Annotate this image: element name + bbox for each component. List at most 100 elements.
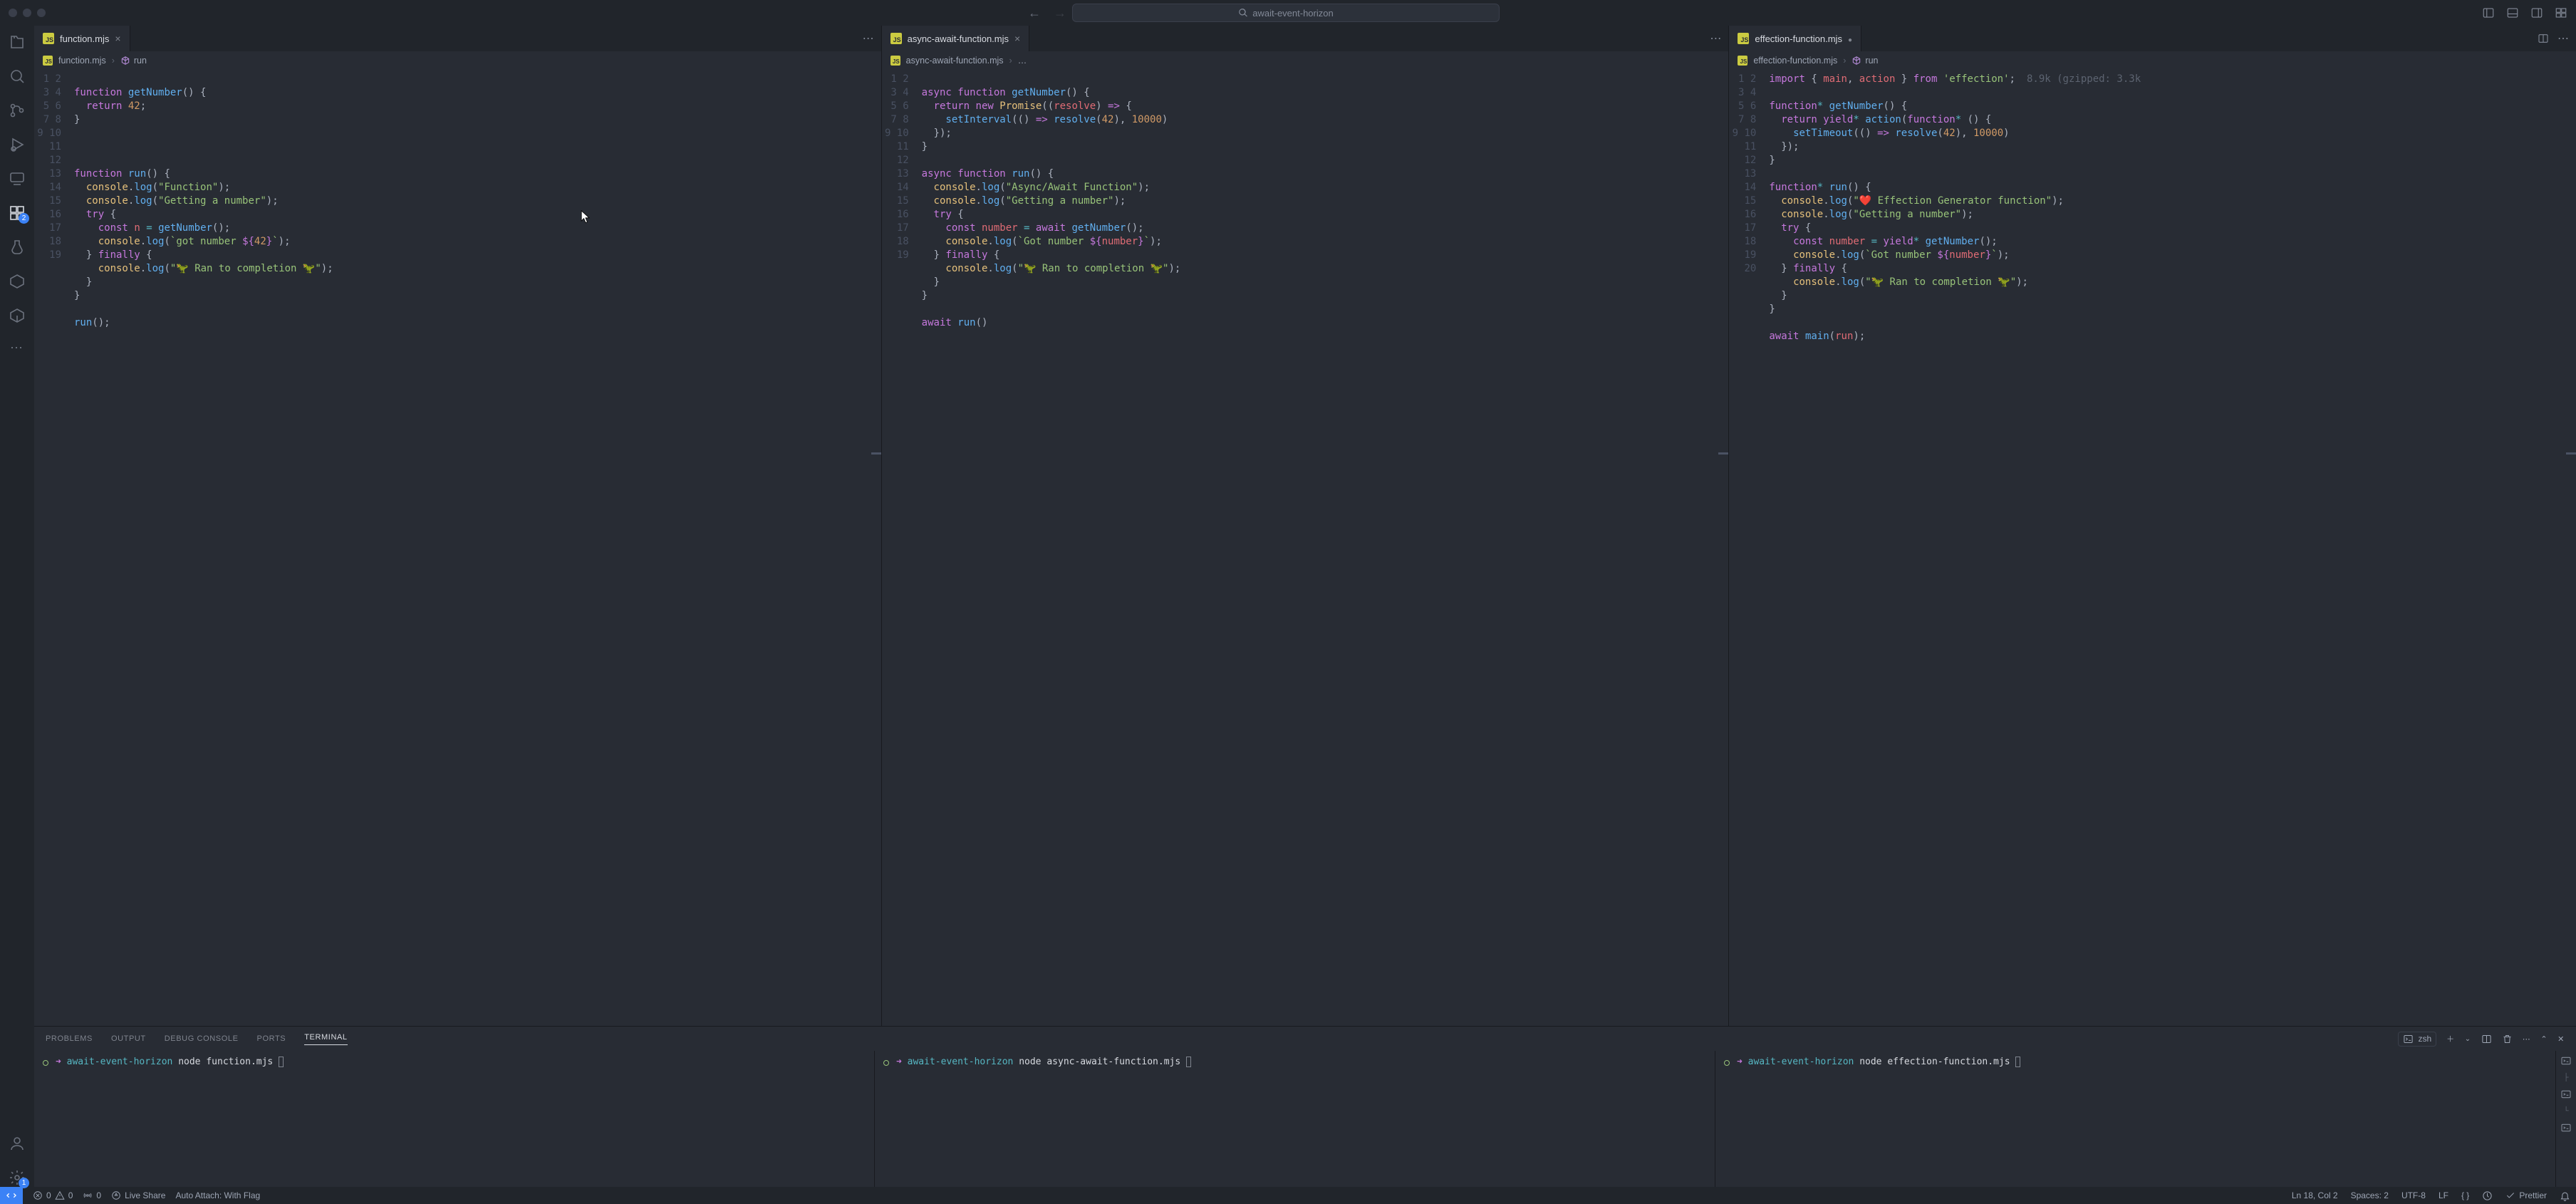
custom2-icon[interactable] [8, 306, 26, 325]
terminal-cursor [279, 1057, 284, 1067]
check-icon [2505, 1190, 2515, 1200]
custom1-icon[interactable] [8, 272, 26, 291]
function-symbol-icon [120, 56, 130, 66]
status-indent[interactable]: Spaces: 2 [2351, 1190, 2389, 1200]
tab-filename: function.mjs [60, 33, 109, 44]
panel-maximize-icon[interactable]: ⌃ [2540, 1034, 2548, 1044]
prompt-status-icon [43, 1060, 48, 1066]
panel: PROBLEMS OUTPUT DEBUG CONSOLE PORTS TERMINAL… [34, 1026, 2576, 1187]
terminal-group-list: ├ └ [2556, 1051, 2576, 1187]
close-tab-icon[interactable]: × [1014, 33, 1020, 44]
tab-overflow-icon[interactable]: ⋯ [863, 31, 874, 46]
terminal-icon [2403, 1034, 2414, 1044]
extensions-icon[interactable]: 2 [8, 204, 26, 222]
editor-column: JS effection-function.mjs ⋯ JS effection… [1729, 26, 2576, 1026]
js-file-icon: JS [890, 33, 902, 44]
accounts-icon[interactable] [8, 1134, 26, 1153]
terminal-entry-icon[interactable] [2560, 1122, 2572, 1133]
tab-filename: effection-function.mjs [1755, 33, 1842, 44]
terminal-entry-icon[interactable] [2560, 1089, 2572, 1100]
remote-explorer-icon[interactable] [8, 170, 26, 188]
editor-column: JS async-await-function.mjs × ⋯ JS async… [882, 26, 1730, 1026]
testing-icon[interactable] [8, 238, 26, 256]
breadcrumb-symbol[interactable]: run [120, 56, 147, 66]
js-file-icon: JS [890, 56, 900, 66]
breadcrumb-symbol[interactable]: run [1852, 56, 1878, 66]
breadcrumb-file: effection-function.mjs [1753, 56, 1837, 66]
minimap-marker [1718, 452, 1728, 455]
status-eol[interactable]: LF [2439, 1190, 2448, 1200]
function-symbol-icon [1852, 56, 1861, 66]
split-editor-icon[interactable] [2538, 33, 2549, 44]
terminal-shell-name: zsh [2418, 1034, 2431, 1044]
nav-back-icon[interactable]: ← [1028, 6, 1041, 21]
terminal-pane[interactable]: ➜ await-event-horizon node effection-fun… [1715, 1051, 2556, 1187]
panel-tab-terminal[interactable]: TERMINAL [304, 1033, 347, 1045]
explorer-icon[interactable] [8, 33, 26, 51]
command-center-search[interactable]: await-event-horizon [1072, 4, 1500, 22]
editor-tab[interactable]: JS async-await-function.mjs × [882, 26, 1030, 51]
code-editor[interactable]: 1 2 3 4 5 6 7 8 9 10 11 12 13 14 15 16 1… [882, 70, 1729, 1026]
close-tab-icon[interactable] [1848, 33, 1852, 44]
breadcrumb[interactable]: JS function.mjs › run [34, 51, 881, 70]
editor-column: JS function.mjs × ⋯ JS function.mjs › ru… [34, 26, 882, 1026]
settings-gear-icon[interactable]: 1 [8, 1168, 26, 1187]
panel-tab-ports[interactable]: PORTS [257, 1034, 286, 1043]
terminal-cursor [1186, 1057, 1191, 1067]
run-debug-icon[interactable] [8, 135, 26, 154]
activity-overflow-icon[interactable]: ⋯ [10, 341, 24, 356]
toggle-sidebar-right-icon[interactable] [2530, 6, 2543, 19]
customize-layout-icon[interactable] [2555, 6, 2567, 19]
status-lang[interactable]: { } [2461, 1190, 2469, 1200]
js-file-icon: JS [1738, 33, 1749, 44]
panel-tab-debug-console[interactable]: DEBUG CONSOLE [165, 1034, 239, 1043]
status-errors[interactable]: 0 0 [33, 1190, 73, 1200]
tab-overflow-icon[interactable]: ⋯ [2557, 31, 2569, 46]
status-feedback-icon[interactable] [2482, 1190, 2493, 1201]
panel-tab-output[interactable]: OUTPUT [111, 1034, 146, 1043]
minimap-marker [2566, 452, 2576, 455]
split-terminal-icon[interactable] [2481, 1034, 2492, 1044]
terminal-entry-icon[interactable] [2560, 1055, 2572, 1067]
status-cursor-pos[interactable]: Ln 18, Col 2 [2292, 1190, 2338, 1200]
js-file-icon: JS [1738, 56, 1747, 66]
mac-traffic-lights[interactable] [9, 9, 46, 17]
remote-indicator[interactable] [0, 1187, 23, 1204]
terminal-split-dropdown-icon[interactable]: ⌄ [2465, 1035, 2471, 1043]
source-control-icon[interactable] [8, 101, 26, 120]
breadcrumb[interactable]: JS async-await-function.mjs ›… [882, 51, 1729, 70]
close-tab-icon[interactable]: × [115, 33, 120, 44]
kill-terminal-icon[interactable] [2502, 1034, 2513, 1044]
terminal-pane[interactable]: ➜ await-event-horizon node function.mjs [34, 1051, 875, 1187]
status-ports[interactable]: 0 [83, 1190, 101, 1200]
status-liveshare[interactable]: Live Share [111, 1190, 165, 1200]
minimap-marker [871, 452, 881, 455]
prompt-status-icon [883, 1060, 889, 1066]
panel-close-icon[interactable]: ✕ [2557, 1034, 2565, 1044]
panel-overflow-icon[interactable]: ⋯ [2523, 1034, 2531, 1044]
status-bar: 0 0 0 Live Share Auto Attach: With Flag … [0, 1187, 2576, 1204]
editor-tab[interactable]: JS function.mjs × [34, 26, 130, 51]
code-editor[interactable]: 1 2 3 4 5 6 7 8 9 10 11 12 13 14 15 16 1… [34, 70, 881, 1026]
toggle-panel-icon[interactable] [2506, 6, 2519, 19]
code-editor[interactable]: 1 2 3 4 5 6 7 8 9 10 11 12 13 14 15 16 1… [1729, 70, 2576, 1026]
status-prettier[interactable]: Prettier [2505, 1190, 2547, 1200]
antenna-icon [83, 1190, 93, 1200]
terminal-shell-select[interactable]: zsh [2398, 1032, 2436, 1047]
status-autoattach[interactable]: Auto Attach: With Flag [175, 1190, 260, 1200]
prompt-status-icon [1724, 1060, 1730, 1066]
breadcrumb[interactable]: JS effection-function.mjs › run [1729, 51, 2576, 70]
tab-actions: ⋯ [856, 26, 881, 51]
terminal-cursor [2015, 1057, 2020, 1067]
new-terminal-icon[interactable]: ＋ [2446, 1033, 2455, 1044]
editor-tab[interactable]: JS effection-function.mjs [1729, 26, 1861, 51]
panel-tab-problems[interactable]: PROBLEMS [46, 1034, 93, 1043]
notifications-bell-icon[interactable] [2560, 1190, 2570, 1201]
tab-overflow-icon[interactable]: ⋯ [1710, 31, 1721, 46]
extensions-badge: 2 [19, 213, 29, 224]
nav-forward-icon[interactable]: → [1054, 6, 1066, 21]
search-side-icon[interactable] [8, 67, 26, 85]
status-encoding[interactable]: UTF-8 [2401, 1190, 2426, 1200]
toggle-sidebar-left-icon[interactable] [2482, 6, 2495, 19]
terminal-pane[interactable]: ➜ await-event-horizon node async-await-f… [875, 1051, 1715, 1187]
